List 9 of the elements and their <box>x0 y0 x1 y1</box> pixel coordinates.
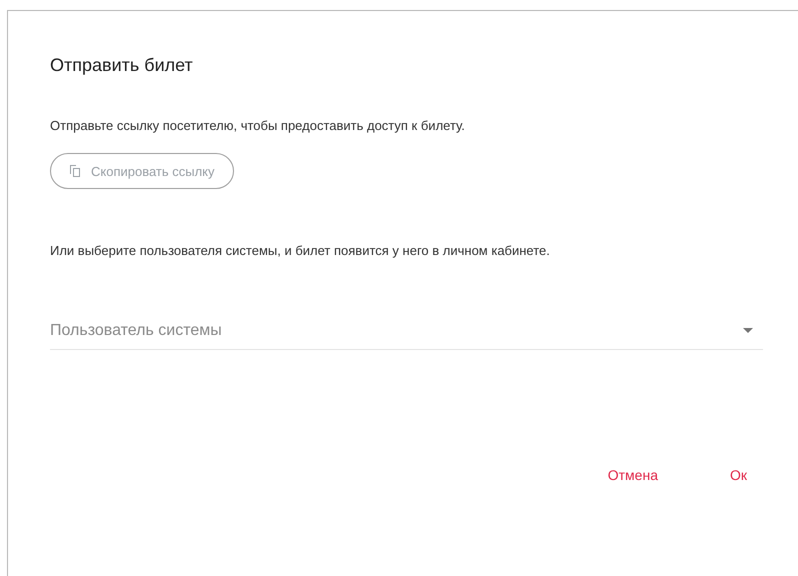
dropdown-caret-icon <box>743 328 753 333</box>
link-description: Отправьте ссылку посетителю, чтобы предоставить доступ к билету. <box>50 117 466 135</box>
user-description: Или выберите пользователя системы, и билет появится у него в личном кабинете. <box>50 242 551 260</box>
dialog-title: Отправить билет <box>50 55 194 76</box>
copy-link-button[interactable]: Скопировать ссылку <box>50 153 234 189</box>
copy-icon <box>69 164 81 178</box>
ok-button[interactable]: Ок <box>724 463 753 487</box>
user-select-field[interactable]: Пользователь системы <box>50 312 763 350</box>
cancel-button[interactable]: Отмена <box>602 463 664 487</box>
